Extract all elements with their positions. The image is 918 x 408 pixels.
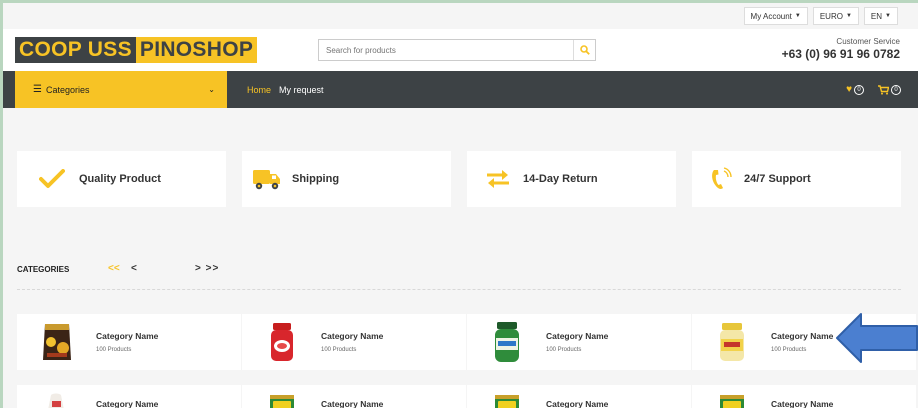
category-product-count: 100 Products	[771, 347, 807, 353]
categories-dropdown[interactable]: ☰ Categories ⌄	[15, 71, 227, 108]
pager-prev-button[interactable]: <	[131, 263, 137, 274]
caret-down-icon: ▼	[794, 13, 801, 19]
product-thumbnail	[262, 393, 302, 408]
product-thumbnail	[487, 320, 527, 364]
category-name: Category Name	[96, 331, 159, 341]
currency-dropdown[interactable]: EURO ▼	[812, 7, 859, 25]
product-thumbnail	[262, 320, 302, 364]
feature-label: Shipping	[292, 173, 340, 185]
category-name: Category Name	[771, 399, 834, 408]
category-card[interactable]: Category Name 100 Products	[17, 314, 241, 370]
language-label: EN	[870, 11, 883, 21]
category-name: Category Name	[546, 331, 609, 341]
check-icon	[37, 169, 67, 189]
logo-part2: PINOSHOP	[135, 37, 258, 63]
feature-shipping: Shipping	[242, 151, 451, 207]
categories-section-title: CATEGORIES	[17, 265, 69, 274]
menu-icon: ☰	[33, 84, 42, 95]
chevron-down-icon: ⌄	[208, 85, 215, 94]
category-card[interactable]: Category Name	[17, 385, 241, 408]
category-name: Category Name	[771, 331, 834, 341]
pager-last-button[interactable]: >>	[206, 263, 220, 274]
customer-service-label: Customer Service	[836, 37, 900, 46]
feature-14-day-return: 14-Day Return	[467, 151, 676, 207]
category-card[interactable]: Category Name	[692, 385, 916, 408]
wishlist-count-badge: 0	[854, 84, 864, 95]
feature-label: Quality Product	[79, 173, 161, 185]
category-name: Category Name	[96, 399, 159, 408]
category-product-count: 100 Products	[321, 347, 357, 353]
search-input[interactable]	[319, 40, 573, 60]
nav-link-my-request[interactable]: My request	[279, 85, 324, 95]
categories-title: CATEGORIES	[17, 265, 70, 274]
nav-icons: ♥ 0 0	[846, 71, 901, 108]
category-card[interactable]: Category Name 100 Products	[467, 314, 691, 370]
wishlist-button[interactable]: ♥ 0	[846, 84, 864, 95]
product-thumbnail	[487, 393, 527, 408]
category-card[interactable]: Category Name 100 Products	[242, 314, 466, 370]
nav-link-home[interactable]: Home	[247, 85, 271, 95]
annotation-arrow-icon	[835, 312, 918, 369]
pager-next-buttons: > >>	[195, 263, 219, 274]
page: My Account ▼ EURO ▼ EN ▼ COOP USS PINOSH…	[0, 0, 918, 408]
language-dropdown[interactable]: EN ▼	[863, 7, 898, 25]
category-card[interactable]: Category Name	[467, 385, 691, 408]
exchange-arrows-icon	[483, 169, 513, 189]
product-thumbnail	[37, 320, 77, 364]
section-divider	[17, 289, 901, 290]
customer-service: Customer Service +63 (0) 96 91 96 0782	[782, 37, 900, 61]
cart-count-badge: 0	[891, 84, 901, 95]
search-icon	[579, 45, 590, 55]
category-card[interactable]: Category Name	[242, 385, 466, 408]
account-label: My Account	[750, 11, 792, 21]
nav-links: Home My request	[247, 71, 324, 108]
product-thumbnail	[712, 320, 752, 364]
caret-down-icon: ▼	[845, 13, 852, 19]
phone-icon	[706, 167, 736, 191]
main-nav: ☰ Categories ⌄ Home My request ♥ 0 0	[3, 71, 918, 108]
category-name: Category Name	[321, 331, 384, 341]
product-thumbnail	[712, 393, 752, 408]
customer-service-phone[interactable]: +63 (0) 96 91 96 0782	[782, 47, 900, 61]
caret-down-icon: ▼	[885, 13, 891, 19]
pager-next-button[interactable]: >	[195, 263, 202, 274]
account-dropdown[interactable]: My Account ▼	[743, 7, 808, 25]
site-header: COOP USS PINOSHOP Customer Service +63 (…	[3, 29, 918, 71]
site-logo[interactable]: COOP USS PINOSHOP	[15, 37, 258, 63]
category-name: Category Name	[546, 399, 609, 408]
product-thumbnail	[37, 393, 77, 408]
search-button[interactable]	[573, 40, 595, 60]
feature-label: 24/7 Support	[744, 173, 811, 185]
feature-quality-product: Quality Product	[17, 151, 226, 207]
top-utility-bar: My Account ▼ EURO ▼ EN ▼	[743, 7, 898, 25]
category-name: Category Name	[321, 399, 384, 408]
heart-icon: ♥	[846, 84, 852, 95]
search-bar	[318, 39, 596, 61]
logo-part1: COOP USS	[15, 37, 136, 63]
pager-first-button[interactable]: <<	[108, 263, 120, 274]
currency-label: EURO	[819, 11, 843, 21]
feature-24-7-support: 24/7 Support	[692, 151, 901, 207]
cart-button[interactable]: 0	[878, 84, 901, 95]
cart-icon	[878, 84, 889, 95]
category-product-count: 100 Products	[546, 347, 582, 353]
feature-label: 14-Day Return	[523, 173, 598, 185]
categories-dropdown-label: Categories	[45, 84, 90, 95]
category-product-count: 100 Products	[96, 347, 132, 353]
truck-icon	[252, 167, 282, 191]
